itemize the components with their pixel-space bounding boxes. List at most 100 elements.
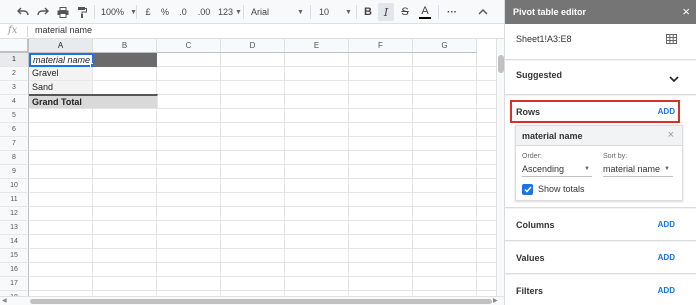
panel-header: Pivot table editor × — [505, 0, 696, 24]
toolbar: 100% ▼ £ % .0 .00 123 ▼ Arial ▼ 10 ▼ B I S A… — [0, 0, 504, 24]
columns-label: Columns — [516, 220, 555, 230]
column-header-b[interactable]: B — [93, 39, 157, 53]
row-header[interactable]: 10 — [0, 179, 29, 193]
italic-button[interactable]: I — [378, 3, 394, 21]
undo-icon[interactable] — [14, 0, 32, 24]
data-range-input[interactable]: Sheet1!A3:E8 — [516, 34, 572, 44]
formula-bar: fx material name — [0, 24, 504, 39]
more-formats-select[interactable]: 123 ▼ — [216, 0, 242, 24]
zoom-select[interactable]: 100% ▼ — [99, 0, 137, 24]
grid-select-icon[interactable] — [666, 34, 677, 47]
row-field-card: material name × Order: Ascending ▼ Sort … — [515, 125, 683, 201]
row-header[interactable]: 17 — [0, 277, 29, 291]
panel-title: Pivot table editor — [513, 7, 587, 17]
cell-a3[interactable]: Sand — [29, 81, 93, 95]
redo-icon[interactable] — [34, 0, 52, 24]
chevron-down-icon[interactable] — [669, 73, 679, 85]
column-header-g[interactable]: G — [413, 39, 477, 53]
strikethrough-button[interactable]: S — [397, 0, 413, 24]
zoom-value: 100% — [101, 7, 125, 17]
font-family-value: Arial — [251, 7, 270, 17]
cell-a4-grand-total[interactable]: Grand Total — [29, 94, 158, 109]
scroll-left-arrow-icon[interactable]: ◀ — [2, 297, 7, 305]
spreadsheet-grid: A B C D E F G 1 2 3 4 5 6 7 8 9 10 11 12… — [0, 39, 496, 296]
order-select[interactable]: Ascending — [522, 164, 564, 174]
suggested-section[interactable]: Suggested — [505, 61, 696, 95]
row-header[interactable]: 16 — [0, 263, 29, 277]
suggested-label: Suggested — [516, 70, 563, 80]
pivot-table-editor-panel: Pivot table editor × Sheet1!A3:E8 Sugges… — [504, 0, 696, 305]
row-header[interactable]: 12 — [0, 207, 29, 221]
row-header[interactable]: 8 — [0, 151, 29, 165]
column-header-f[interactable]: F — [349, 39, 413, 53]
font-family-select[interactable]: Arial ▼ — [249, 0, 307, 24]
horizontal-scrollbar-thumb[interactable] — [30, 299, 492, 304]
row-header[interactable]: 9 — [0, 165, 29, 179]
row-header[interactable]: 7 — [0, 137, 29, 151]
column-header-c[interactable]: C — [157, 39, 221, 53]
row-field-title: material name — [522, 131, 583, 141]
bold-button[interactable]: B — [360, 0, 376, 24]
caret-down-icon: ▼ — [297, 8, 304, 16]
chevron-up-icon[interactable] — [474, 0, 492, 24]
column-header-a[interactable]: A — [29, 39, 93, 53]
row-header[interactable]: 6 — [0, 123, 29, 137]
column-header-d[interactable]: D — [221, 39, 285, 53]
columns-section: Columns ADD — [505, 209, 696, 241]
percent-format-button[interactable]: % — [158, 0, 172, 24]
row-header[interactable]: 11 — [0, 193, 29, 207]
rows-highlight-box — [510, 100, 680, 123]
cell-a1[interactable]: material name — [29, 53, 94, 67]
row-header[interactable]: 4 — [0, 95, 29, 109]
toolbar-divider — [136, 5, 137, 19]
column-header-e[interactable]: E — [285, 39, 349, 53]
close-icon[interactable]: × — [682, 4, 690, 19]
currency-format-button[interactable]: £ — [141, 0, 155, 24]
check-icon — [523, 186, 532, 193]
columns-add-button[interactable]: ADD — [658, 220, 675, 229]
values-section: Values ADD — [505, 242, 696, 274]
vertical-scrollbar[interactable] — [496, 39, 504, 296]
row-header[interactable]: 13 — [0, 221, 29, 235]
toolbar-divider — [94, 5, 95, 19]
row-header[interactable]: 3 — [0, 81, 29, 95]
row-header[interactable]: 14 — [0, 235, 29, 249]
more-formats-label: 123 — [218, 7, 234, 17]
toolbar-divider — [310, 5, 311, 19]
cell-b1[interactable] — [93, 53, 157, 67]
close-icon[interactable]: × — [668, 129, 674, 141]
caret-down-icon: ▼ — [235, 8, 242, 16]
row-header[interactable]: 1 — [0, 53, 29, 67]
scroll-right-arrow-icon[interactable]: ▶ — [493, 297, 498, 305]
cell-a2[interactable]: Gravel — [29, 67, 93, 81]
row-header[interactable]: 2 — [0, 67, 29, 81]
sort-by-select[interactable]: material name — [603, 164, 660, 174]
increase-decimals-button[interactable]: .00 — [194, 0, 214, 24]
formula-input[interactable]: material name — [35, 25, 92, 35]
formula-divider — [27, 26, 28, 37]
row-header[interactable]: 5 — [0, 109, 29, 123]
show-totals-label: Show totals — [538, 184, 585, 194]
caret-down-icon: ▼ — [584, 166, 590, 172]
print-icon[interactable] — [54, 0, 72, 24]
data-range-section: Sheet1!A3:E8 — [505, 24, 696, 60]
row-header[interactable]: 15 — [0, 249, 29, 263]
paint-format-icon[interactable] — [74, 0, 90, 24]
show-totals-checkbox[interactable] — [522, 184, 533, 195]
values-add-button[interactable]: ADD — [658, 253, 675, 262]
more-button[interactable]: ··· — [443, 0, 461, 24]
decrease-decimals-button[interactable]: .0 — [175, 0, 191, 24]
values-label: Values — [516, 253, 545, 263]
text-color-button[interactable]: A — [416, 0, 434, 24]
text-color-letter: A — [421, 4, 429, 17]
toolbar-divider — [356, 5, 357, 19]
filters-add-button[interactable]: ADD — [658, 286, 675, 295]
toolbar-divider — [438, 5, 439, 19]
select-all-corner[interactable] — [0, 39, 29, 53]
text-color-swatch — [419, 16, 431, 19]
sort-by-underline — [603, 176, 673, 177]
fx-icon: fx — [8, 25, 18, 36]
horizontal-scrollbar[interactable]: ◀ ▶ — [0, 296, 504, 305]
font-size-select[interactable]: 10 ▼ — [317, 0, 353, 24]
font-size-value: 10 — [319, 7, 330, 17]
